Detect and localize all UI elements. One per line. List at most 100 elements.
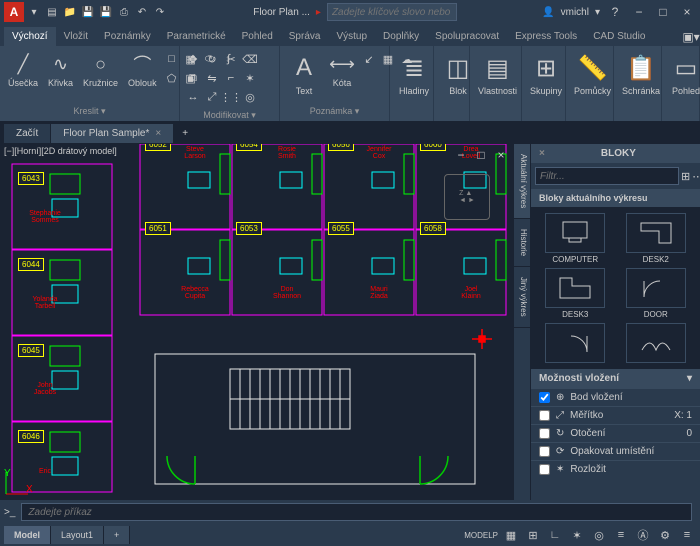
- blocks-filter-input[interactable]: [535, 167, 679, 185]
- file-tab-start[interactable]: Začít: [4, 124, 51, 143]
- viewport-close-icon[interactable]: ×: [492, 146, 510, 164]
- block-item-desk2[interactable]: DESK2: [618, 213, 695, 264]
- tool-oblouk[interactable]: ⌒Oblouk: [124, 50, 161, 90]
- search-input[interactable]: [327, 3, 457, 21]
- ribbon-tab-poznamky[interactable]: Poznámky: [96, 27, 159, 46]
- status-gear-icon[interactable]: ⚙: [656, 526, 674, 544]
- leader-icon[interactable]: ↙: [360, 50, 378, 68]
- status-lwt-icon[interactable]: ≡: [612, 526, 630, 544]
- block-item-door[interactable]: DOOR: [618, 268, 695, 319]
- offset-icon[interactable]: ◎: [241, 88, 259, 106]
- opt-otoceni[interactable]: ↻Otočení0: [531, 424, 700, 442]
- status-anno-icon[interactable]: Ⓐ: [634, 526, 652, 544]
- array-icon[interactable]: ⋮⋮: [222, 88, 240, 106]
- qat-saveas-icon[interactable]: 💾: [98, 4, 114, 20]
- blocks-menu-icon[interactable]: ⋯: [692, 167, 700, 185]
- block-item-computer[interactable]: COMPUTER: [537, 213, 614, 264]
- ucs-icon[interactable]: XY: [2, 468, 32, 498]
- scale-icon[interactable]: ⤢: [203, 88, 221, 106]
- qat-new-icon[interactable]: ▤: [44, 4, 60, 20]
- opt-checkbox[interactable]: [539, 410, 550, 421]
- opt-meritko[interactable]: ⤢MěřítkoX: 1: [531, 406, 700, 424]
- opt-checkbox[interactable]: [539, 446, 550, 457]
- stretch-icon[interactable]: ↔: [184, 88, 202, 106]
- copy-icon[interactable]: ⧉: [184, 69, 202, 87]
- ribbon-tab-spolupracovat[interactable]: Spolupracovat: [427, 27, 507, 46]
- user-name[interactable]: vmichl: [561, 7, 589, 18]
- polygon-icon[interactable]: ⬠: [163, 69, 181, 87]
- ribbon-tab-express[interactable]: Express Tools: [507, 27, 585, 46]
- opt-checkbox[interactable]: [539, 428, 550, 439]
- close-button[interactable]: ×: [678, 3, 696, 21]
- fillet-icon[interactable]: ⌐: [222, 69, 240, 87]
- block-item-5[interactable]: [537, 323, 614, 363]
- explode-icon[interactable]: ✶: [241, 69, 259, 87]
- opt-rozlozit[interactable]: ✶Rozložit: [531, 460, 700, 478]
- rotate-icon[interactable]: ↻: [203, 50, 221, 68]
- status-snap-icon[interactable]: ⊞: [524, 526, 542, 544]
- tab-add-layout[interactable]: +: [104, 526, 130, 544]
- tool-pomucky[interactable]: 📏Pomůcky: [570, 50, 615, 98]
- opt-checkbox[interactable]: [539, 392, 550, 403]
- tool-usecka[interactable]: ╱Úsečka: [4, 50, 42, 90]
- panel-title-kreslit[interactable]: Kreslit ▾: [2, 104, 177, 119]
- user-dropdown-icon[interactable]: ▾: [595, 7, 600, 18]
- status-grid-icon[interactable]: ▦: [502, 526, 520, 544]
- tool-krivka[interactable]: ∿Křivka: [44, 50, 77, 90]
- minimize-button[interactable]: −: [630, 3, 648, 21]
- file-tab-new[interactable]: +: [174, 124, 197, 143]
- tab-model[interactable]: Model: [4, 526, 51, 544]
- erase-icon[interactable]: ⌫: [241, 50, 259, 68]
- app-logo[interactable]: A: [4, 2, 24, 22]
- help-icon[interactable]: ?: [606, 3, 624, 21]
- status-polar-icon[interactable]: ✶: [568, 526, 586, 544]
- ribbon-tab-parametricke[interactable]: Parametrické: [159, 27, 234, 46]
- opt-bod-vlozeni[interactable]: ⊕Bod vložení: [531, 388, 700, 406]
- tool-pohled[interactable]: ▭Pohled: [666, 50, 700, 98]
- tool-vlastnosti[interactable]: ▤Vlastnosti: [474, 50, 521, 98]
- opt-checkbox[interactable]: [539, 464, 550, 475]
- qat-undo-icon[interactable]: ↶: [134, 4, 150, 20]
- drawing-area[interactable]: [−][Horní][2D drátový model]: [0, 144, 514, 500]
- block-item-desk3[interactable]: DESK3: [537, 268, 614, 319]
- tool-hladiny[interactable]: ≣Hladiny: [394, 50, 434, 98]
- mirror-icon[interactable]: ⇋: [203, 69, 221, 87]
- qat-redo-icon[interactable]: ↷: [152, 4, 168, 20]
- vtab-current[interactable]: Aktuální výkres: [514, 144, 530, 219]
- tool-text[interactable]: AText: [284, 50, 324, 98]
- move-icon[interactable]: ✥: [184, 50, 202, 68]
- ribbon-tab-doplnky[interactable]: Doplňky: [375, 27, 427, 46]
- qat-save-icon[interactable]: 💾: [80, 4, 96, 20]
- status-menu-icon[interactable]: ≡: [678, 526, 696, 544]
- ribbon-tab-pohled[interactable]: Pohled: [234, 27, 281, 46]
- status-osnap-icon[interactable]: ◎: [590, 526, 608, 544]
- qat-menu-icon[interactable]: ▾: [26, 4, 42, 20]
- maximize-button[interactable]: □: [654, 3, 672, 21]
- vtab-history[interactable]: Historie: [514, 219, 530, 267]
- signin-icon[interactable]: 👤: [542, 7, 554, 18]
- opt-opakovat[interactable]: ⟳Opakovat umístění: [531, 442, 700, 460]
- file-tab-floorplan[interactable]: Floor Plan Sample*×: [51, 124, 174, 143]
- tool-skupiny[interactable]: ⊞Skupiny: [526, 50, 566, 98]
- panel-title-poznamka[interactable]: Poznámka ▾: [282, 104, 387, 119]
- vtab-other[interactable]: Jiný výkres: [514, 267, 530, 328]
- ribbon-tab-sprava[interactable]: Správa: [281, 27, 329, 46]
- panel-title-modifikovat[interactable]: Modifikovat ▾: [182, 108, 277, 123]
- ribbon-tab-vlozit[interactable]: Vložit: [56, 27, 96, 46]
- tool-kota[interactable]: ⟷Kóta: [326, 50, 358, 90]
- ribbon-options-icon[interactable]: ▣▾: [682, 28, 700, 46]
- qat-print-icon[interactable]: ⎙: [116, 4, 132, 20]
- trim-icon[interactable]: ✂: [222, 50, 240, 68]
- blocks-view-icon[interactable]: ⊞: [681, 167, 690, 185]
- command-input[interactable]: [21, 503, 692, 521]
- rect-icon[interactable]: □: [163, 50, 181, 68]
- ribbon-tab-vystup[interactable]: Výstup: [328, 27, 375, 46]
- tool-kruznice[interactable]: ○Kružnice: [79, 50, 122, 90]
- close-icon[interactable]: ×: [155, 128, 161, 139]
- viewport-min-icon[interactable]: −: [452, 146, 470, 164]
- block-item-6[interactable]: [618, 323, 695, 363]
- blocks-options-header[interactable]: Možnosti vložení ▾: [531, 369, 700, 388]
- tool-schranka[interactable]: 📋Schránka: [618, 50, 664, 98]
- ribbon-tab-cadstudio[interactable]: CAD Studio: [585, 27, 653, 46]
- tab-layout1[interactable]: Layout1: [51, 526, 104, 544]
